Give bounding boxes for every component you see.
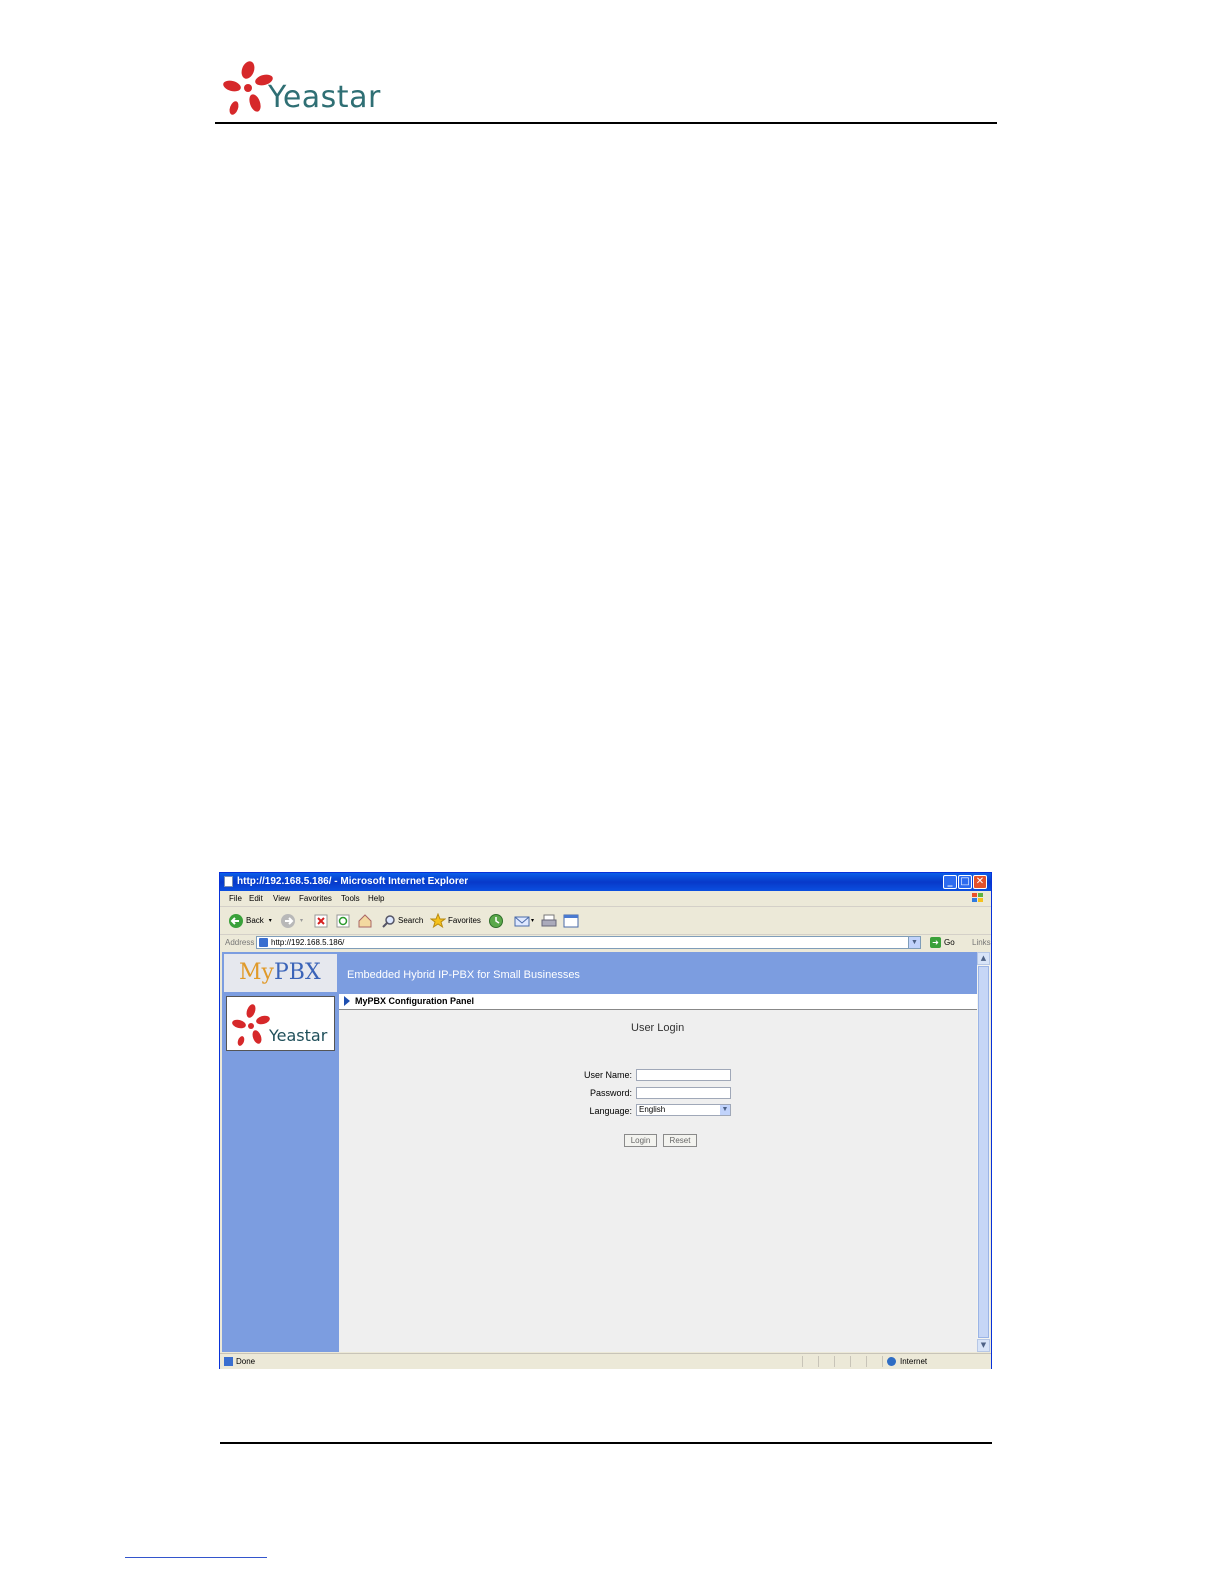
go-label: Go xyxy=(944,938,955,947)
banner: MyPBX Embedded Hybrid IP-PBX for Small B… xyxy=(222,952,977,994)
menu-file[interactable]: File xyxy=(229,894,242,903)
back-button[interactable]: Back ▾ xyxy=(228,912,272,929)
status-bar: Done Internet xyxy=(220,1353,991,1369)
back-dropdown-icon[interactable]: ▾ xyxy=(269,917,272,924)
browser-window: http://192.168.5.186/ - Microsoft Intern… xyxy=(219,872,992,1369)
username-label: User Name: xyxy=(583,1070,632,1080)
address-url: http://192.168.5.186/ xyxy=(271,938,345,947)
address-label: Address xyxy=(225,938,255,947)
mail-icon xyxy=(514,916,530,926)
page-done-icon xyxy=(224,1357,233,1366)
minimize-button[interactable]: _ xyxy=(943,875,957,889)
menu-edit[interactable]: Edit xyxy=(249,894,263,903)
status-divider xyxy=(866,1356,867,1367)
go-arrow-icon: ➜ xyxy=(930,937,941,948)
menu-favorites[interactable]: Favorites xyxy=(299,894,332,903)
mypbx-logo: MyPBX xyxy=(239,960,321,985)
sidebar-logo-text: Yeastar xyxy=(269,1026,328,1045)
sidebar-logo-box: Yeastar xyxy=(226,996,335,1051)
status-divider xyxy=(834,1356,835,1367)
print-button[interactable] xyxy=(541,912,557,929)
mail-button[interactable]: ▾ xyxy=(514,912,534,929)
close-button[interactable]: ✕ xyxy=(973,875,987,889)
history-button[interactable] xyxy=(488,912,504,929)
favorites-label: Favorites xyxy=(448,916,481,925)
go-button[interactable]: ➜ Go xyxy=(930,937,955,948)
banner-text: Embedded Hybrid IP-PBX for Small Busines… xyxy=(347,969,580,981)
yeastar-flower-icon xyxy=(232,1004,270,1046)
menu-help[interactable]: Help xyxy=(368,894,384,903)
search-icon xyxy=(382,914,395,928)
search-label: Search xyxy=(398,916,424,925)
scroll-up-icon[interactable]: ▲ xyxy=(977,952,990,965)
scroll-thumb[interactable] xyxy=(978,966,989,1338)
header-rule xyxy=(215,122,997,124)
logo-pbx: PBX xyxy=(273,960,321,985)
status-divider xyxy=(882,1356,883,1367)
forward-dropdown-icon[interactable]: ▾ xyxy=(300,917,303,924)
toolbar: Back ▾ ▾ Search Favorites ▾ xyxy=(220,907,991,935)
status-divider xyxy=(802,1356,803,1367)
links-label[interactable]: Links xyxy=(972,938,991,947)
username-input[interactable] xyxy=(636,1069,731,1081)
menu-bar: File Edit View Favorites Tools Help xyxy=(220,891,991,907)
stop-button[interactable] xyxy=(314,912,328,929)
stop-icon xyxy=(314,914,328,927)
windows-flag-icon xyxy=(972,893,983,902)
favorites-star-icon xyxy=(430,912,446,928)
menu-tools[interactable]: Tools xyxy=(341,894,360,903)
back-label: Back xyxy=(246,916,264,925)
footer-rule xyxy=(220,1442,992,1444)
search-button[interactable]: Search xyxy=(382,912,423,929)
refresh-button[interactable] xyxy=(336,912,350,929)
mypbx-logo-box: MyPBX xyxy=(224,954,337,992)
page-icon xyxy=(259,938,268,947)
home-icon xyxy=(358,913,372,927)
home-button[interactable] xyxy=(357,912,373,929)
panel-title: MyPBX Configuration Panel xyxy=(355,996,475,1006)
forward-arrow-icon xyxy=(281,913,295,928)
refresh-icon xyxy=(336,914,350,927)
footer-link-underline xyxy=(125,1557,267,1558)
sidebar: Yeastar xyxy=(222,994,339,1352)
status-divider xyxy=(818,1356,819,1367)
print-icon xyxy=(541,914,557,926)
page-viewport: MyPBX Embedded Hybrid IP-PBX for Small B… xyxy=(222,952,977,1352)
language-select[interactable]: English ▼ xyxy=(636,1104,731,1116)
document-logo-text: Yeastar xyxy=(268,80,381,115)
address-input[interactable]: http://192.168.5.186/ ▼ xyxy=(256,936,921,949)
language-label: Language: xyxy=(589,1106,632,1116)
arrow-right-icon xyxy=(344,996,350,1006)
edit-page-button[interactable] xyxy=(563,912,579,929)
menu-view[interactable]: View xyxy=(273,894,290,903)
zone-text: Internet xyxy=(900,1357,928,1366)
password-input[interactable] xyxy=(636,1087,731,1099)
edit-page-icon xyxy=(563,914,579,927)
reset-button[interactable]: Reset xyxy=(663,1134,697,1147)
language-value: English xyxy=(639,1105,666,1114)
scroll-down-icon[interactable]: ▼ xyxy=(977,1339,990,1352)
login-button[interactable]: Login xyxy=(624,1134,657,1147)
vertical-scrollbar[interactable]: ▲ ▼ xyxy=(977,952,990,1352)
history-icon xyxy=(489,913,503,928)
status-divider xyxy=(850,1356,851,1367)
address-bar: Address http://192.168.5.186/ ▼ ➜ Go Lin… xyxy=(220,935,991,951)
password-label: Password: xyxy=(589,1088,632,1098)
panel-header: MyPBX Configuration Panel xyxy=(339,994,977,1010)
globe-icon xyxy=(887,1357,896,1366)
page-icon xyxy=(224,876,233,887)
logo-my: My xyxy=(239,960,274,985)
back-arrow-icon xyxy=(229,913,243,928)
login-title: User Login xyxy=(631,1022,685,1034)
status-text: Done xyxy=(236,1357,256,1366)
address-dropdown-icon[interactable]: ▼ xyxy=(908,937,920,948)
mail-dropdown-icon[interactable]: ▾ xyxy=(531,917,534,924)
title-bar: http://192.168.5.186/ - Microsoft Intern… xyxy=(220,873,991,891)
window-title: http://192.168.5.186/ - Microsoft Intern… xyxy=(237,876,469,887)
maximize-button[interactable]: □ xyxy=(958,875,972,889)
favorites-button[interactable]: Favorites xyxy=(430,912,481,929)
chevron-down-icon[interactable]: ▼ xyxy=(720,1105,730,1115)
forward-button[interactable]: ▾ xyxy=(280,912,303,929)
